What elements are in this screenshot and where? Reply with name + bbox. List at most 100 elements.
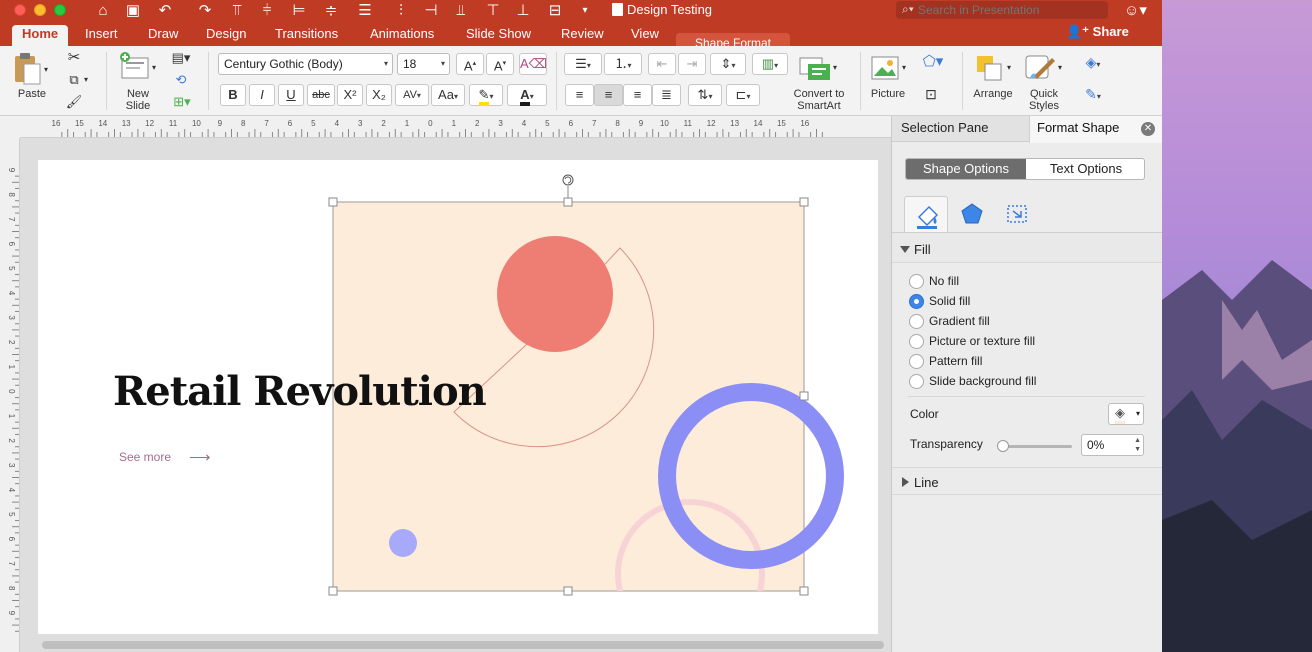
copy-icon[interactable]: ⧉ <box>64 70 84 90</box>
bold-button[interactable]: B <box>220 84 246 106</box>
size-properties-icon[interactable] <box>994 196 1038 232</box>
tab-review[interactable]: Review <box>551 25 614 46</box>
reset-icon[interactable]: ⟲ <box>170 70 192 90</box>
tab-slide-show[interactable]: Slide Show <box>456 25 541 46</box>
close-pane-icon[interactable]: ✕ <box>1141 122 1155 136</box>
tab-transitions[interactable]: Transitions <box>265 25 348 46</box>
radio-button[interactable] <box>909 334 924 349</box>
font-color-button[interactable]: A▾ <box>507 84 547 106</box>
tab-view[interactable]: View <box>621 25 669 46</box>
tab-draw[interactable]: Draw <box>138 25 188 46</box>
underline-button[interactable]: U <box>278 84 304 106</box>
subscript-button[interactable]: X₂ <box>366 84 392 106</box>
align-text-button[interactable]: ⊏▾ <box>726 84 760 106</box>
minimize-window-button[interactable] <box>34 4 46 16</box>
distribute-vertical-icon[interactable]: ⊤ <box>482 1 504 21</box>
new-slide-dropdown[interactable]: ▾ <box>152 58 156 78</box>
distribute-horizontal-icon[interactable]: ⊥ <box>512 1 534 21</box>
align-right-icon[interactable]: ⊣ <box>420 1 442 21</box>
align-left-icon[interactable]: ⊨ <box>288 1 310 21</box>
close-window-button[interactable] <box>14 4 26 16</box>
align-center-button[interactable]: ≡ <box>594 84 623 106</box>
section-icon[interactable]: ⊞▾ <box>170 92 194 112</box>
radio-button[interactable] <box>909 374 924 389</box>
tab-insert[interactable]: Insert <box>75 25 128 46</box>
character-spacing-button[interactable]: AV▾ <box>395 84 429 106</box>
align-menu-icon[interactable]: ☰ <box>354 1 376 21</box>
text-direction-button[interactable]: ⇅▾ <box>688 84 722 106</box>
undo-icon[interactable]: ↶ <box>154 1 176 21</box>
feedback-smiley-icon[interactable]: ☺▾ <box>1124 1 1147 19</box>
fill-line-icon[interactable] <box>904 196 948 232</box>
lavender-dot[interactable] <box>389 529 417 557</box>
cut-icon[interactable]: ✂ <box>64 48 84 68</box>
line-spacing-button[interactable]: ⇕▾ <box>710 53 746 75</box>
shape-outline-icon[interactable]: ✎▾ <box>1076 84 1110 107</box>
format-painter-icon[interactable]: 🖌 <box>64 92 84 112</box>
text-box-icon[interactable]: ⊡ <box>920 84 942 104</box>
quick-styles-button[interactable] <box>1024 54 1058 82</box>
justify-button[interactable]: ≣ <box>652 84 681 106</box>
home-icon[interactable]: ⌂ <box>92 1 114 21</box>
paste-button[interactable] <box>12 52 42 86</box>
rotate-handle-icon[interactable] <box>562 174 574 186</box>
text-options-button[interactable]: Text Options <box>1026 159 1144 179</box>
radio-button[interactable] <box>909 354 924 369</box>
align-left-button[interactable]: ≡ <box>565 84 594 106</box>
save-icon[interactable]: ▣ <box>122 1 144 21</box>
effects-pentagon-icon[interactable] <box>950 196 994 232</box>
zoom-window-button[interactable] <box>54 4 66 16</box>
change-case-button[interactable]: Aa▾ <box>431 84 465 106</box>
search-box[interactable]: ⌕▾ <box>896 1 1108 19</box>
resize-handle-n[interactable] <box>563 197 573 207</box>
distribute-icon[interactable]: ⫶ <box>390 1 412 21</box>
picture-dropdown[interactable]: ▾ <box>902 58 906 78</box>
fill-color-button[interactable]: ◈ ▾ <box>1108 403 1144 425</box>
slide-title[interactable]: Retail Revolution <box>113 368 487 415</box>
coral-circle[interactable] <box>497 236 613 352</box>
quick-styles-dropdown[interactable]: ▾ <box>1058 58 1062 78</box>
strikethrough-button[interactable]: abc <box>307 84 335 106</box>
tab-home[interactable]: Home <box>12 25 69 46</box>
line-section-header[interactable]: Line <box>892 467 1162 495</box>
stepper-arrows-icon[interactable]: ▲ ▼ <box>1134 436 1141 454</box>
resize-handle-sw[interactable] <box>328 586 338 596</box>
font-size-select[interactable]: 18 ▾ <box>397 53 450 75</box>
resize-handle-e[interactable] <box>799 391 809 401</box>
redo-icon[interactable]: ↷ <box>194 1 216 21</box>
transparency-slider-knob[interactable] <box>997 440 1009 452</box>
horizontal-scrollbar[interactable] <box>42 641 884 649</box>
font-name-select[interactable]: Century Gothic (Body) ▾ <box>218 53 393 75</box>
shape-options-button[interactable]: Shape Options <box>906 159 1026 179</box>
smartart-dropdown[interactable]: ▾ <box>833 58 837 78</box>
resize-handle-nw[interactable] <box>328 197 338 207</box>
slide[interactable]: Retail Revolution See more ⟶ <box>38 160 878 634</box>
copy-dropdown[interactable]: ▾ <box>84 70 88 90</box>
layout-icon[interactable]: ▤▾ <box>170 48 192 68</box>
align-bottom-icon[interactable]: ⫫ <box>450 1 472 21</box>
tab-design[interactable]: Design <box>196 25 256 46</box>
resize-handle-ne[interactable] <box>799 197 809 207</box>
tab-shape-format[interactable]: Shape Format <box>676 33 790 46</box>
tab-animations[interactable]: Animations <box>360 25 444 46</box>
align-top-icon[interactable]: ⫪ <box>226 1 248 21</box>
transparency-slider[interactable] <box>1000 445 1072 448</box>
arrange-button[interactable] <box>975 54 1005 82</box>
superscript-button[interactable]: X² <box>337 84 363 106</box>
resize-handle-se[interactable] <box>799 586 809 596</box>
italic-button[interactable]: I <box>249 84 275 106</box>
group-icon[interactable]: ⊟ <box>544 1 566 21</box>
increase-font-size-button[interactable]: A▴ <box>456 53 484 75</box>
paste-dropdown[interactable]: ▾ <box>44 60 48 80</box>
radio-button[interactable] <box>909 294 924 309</box>
transparency-field[interactable]: 0% ▲ ▼ <box>1081 434 1144 456</box>
clear-formatting-button[interactable]: A⌫ <box>519 53 547 75</box>
increase-indent-button[interactable]: ⇥ <box>678 53 706 75</box>
decrease-font-size-button[interactable]: A▾ <box>486 53 514 75</box>
picture-button[interactable] <box>870 54 900 82</box>
arrange-dropdown[interactable]: ▾ <box>1007 58 1011 78</box>
new-slide-button[interactable] <box>118 52 152 82</box>
shapes-icon[interactable]: ⬠▾ <box>920 52 946 72</box>
align-center-icon[interactable]: ≑ <box>320 1 342 21</box>
fill-section-header[interactable]: Fill <box>892 233 1162 263</box>
